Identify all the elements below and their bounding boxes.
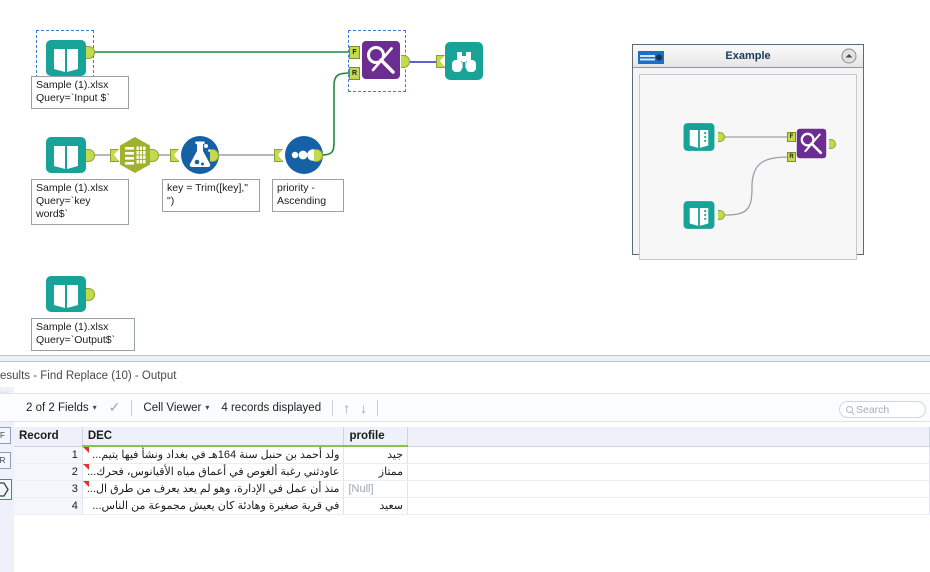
- tool-input-data-2[interactable]: [44, 133, 88, 177]
- cell-filler: [407, 497, 930, 515]
- column-header-dec[interactable]: DEC: [82, 427, 345, 447]
- results-panel: esults - Find Replace (10) - Output ····…: [0, 355, 930, 572]
- scroll-down-icon[interactable]: ↓: [355, 400, 372, 416]
- column-header-filler: [407, 427, 930, 447]
- collapse-chevron-up-icon[interactable]: [841, 48, 857, 73]
- cell-dec[interactable]: ولد أحمد بن حنبل سنة 164هـ في بغداد ونشأ…: [82, 446, 345, 464]
- cell-filler: [407, 446, 930, 464]
- results-grid[interactable]: Record DEC profile 1 ولد أحمد بن حنبل سن…: [14, 427, 930, 572]
- binoculars-icon: [444, 41, 484, 81]
- cell-dec-text: ولد أحمد بن حنبل سنة 164هـ في بغداد ونشأ…: [92, 449, 340, 462]
- search-placeholder: Search: [856, 403, 890, 416]
- cell-viewer-selector[interactable]: Cell Viewer ▾: [137, 397, 215, 419]
- cell-record: 3: [14, 480, 83, 498]
- table-row[interactable]: 2 عاودثني رغبة ألغوص في أعماق مياه الأقي…: [14, 463, 930, 481]
- example-panel-body[interactable]: F R: [639, 74, 857, 260]
- cell-dec-text: عاودثني رغبة ألغوص في أعماق مياه الأقيان…: [87, 466, 340, 478]
- table-row[interactable]: 3 منذ أن عمل في الإدارة، وهو لم يعد يعرف…: [14, 480, 930, 498]
- table-row[interactable]: 4 في قرية صغيرة وهادئة كان يعيش مجموعة م…: [14, 497, 930, 515]
- annotation-input-3: Sample (1).xlsx Query=`Output$`: [31, 318, 135, 351]
- toolbar-separator-2: [332, 399, 334, 416]
- truncated-marker-icon: [82, 480, 89, 487]
- check-icon: ✓: [108, 399, 121, 415]
- cell-profile[interactable]: ممتاز: [343, 463, 409, 481]
- annotation-input-2: Sample (1).xlsx Query=`key word$`: [31, 179, 129, 225]
- toolbar-separator-3: [377, 399, 379, 416]
- alteryx-designer-window: Sample (1).xlsx Query=`Input $` Sample (…: [0, 0, 930, 572]
- results-toolbar[interactable]: 2 of 2 Fields ▾ ✓ Cell Viewer ▾ 4 record…: [0, 393, 930, 422]
- truncated-marker-icon: [82, 463, 89, 470]
- example-input-anchor-F[interactable]: F: [787, 132, 796, 142]
- example-tool-input-2[interactable]: [682, 198, 716, 232]
- rail-selected-anchor[interactable]: [0, 479, 12, 500]
- truncated-marker-icon: [82, 447, 89, 453]
- cell-viewer-label: Cell Viewer: [143, 401, 202, 414]
- chevron-down-icon: ▾: [92, 403, 97, 412]
- rail-anchor-R[interactable]: R: [0, 452, 11, 469]
- cell-record: 4: [14, 497, 83, 515]
- select-hexagon-icon: [118, 135, 152, 175]
- example-tool-find-replace[interactable]: [796, 128, 827, 159]
- cell-profile[interactable]: [Null]: [343, 480, 409, 498]
- output-anchor-input-2[interactable]: [86, 149, 95, 162]
- cell-profile[interactable]: جيد: [343, 446, 409, 464]
- toolbar-separator-1: [131, 399, 133, 416]
- table-row[interactable]: 1 ولد أحمد بن حنبل سنة 164هـ في بغداد ون…: [14, 446, 930, 464]
- annotation-input-1: Sample (1).xlsx Query=`Input $`: [31, 76, 129, 109]
- column-header-record[interactable]: Record: [14, 427, 83, 447]
- tool-select-1[interactable]: [118, 135, 152, 175]
- chevron-down-icon: ▾: [205, 403, 210, 412]
- book-icon: [44, 36, 88, 80]
- cell-dec-text: في قرية صغيرة وهادئة كان يعيش مجموعة من …: [92, 500, 340, 512]
- table-header-row: Record DEC profile: [14, 427, 930, 447]
- cell-dec-text: منذ أن عمل في الإدارة، وهو لم يعد يعرف م…: [86, 483, 340, 495]
- results-table: Record DEC profile 1 ولد أحمد بن حنبل سن…: [14, 427, 930, 515]
- cell-dec[interactable]: في قرية صغيرة وهادئة كان يعيش مجموعة من …: [82, 497, 345, 515]
- fields-selector[interactable]: 2 of 2 Fields ▾: [20, 397, 103, 419]
- cell-record: 1: [14, 446, 83, 464]
- input-anchor-F[interactable]: F: [349, 46, 360, 59]
- output-anchor-find-replace[interactable]: [401, 55, 410, 68]
- book-icon: [44, 133, 88, 177]
- example-panel-header: Example: [633, 45, 863, 68]
- example-panel: Example F R: [632, 44, 864, 260]
- annotation-sort-1: priority - Ascending: [272, 179, 344, 212]
- cell-filler: [407, 463, 930, 481]
- output-anchor-select-1[interactable]: [150, 149, 159, 162]
- search-icon: [846, 406, 853, 413]
- tool-input-data-1[interactable]: [44, 36, 88, 80]
- panel-divider[interactable]: [0, 355, 930, 362]
- cell-dec[interactable]: عاودثني رغبة ألغوص في أعماق مياه الأقيان…: [82, 463, 345, 481]
- cell-profile[interactable]: سعيد: [343, 497, 409, 515]
- scissors-magnifier-icon: [361, 40, 401, 80]
- cell-record: 2: [14, 463, 83, 481]
- cell-filler: [407, 480, 930, 498]
- workflow-canvas[interactable]: Sample (1).xlsx Query=`Input $` Sample (…: [0, 0, 930, 355]
- fields-label: 2 of 2 Fields: [26, 401, 89, 414]
- example-panel-title: Example: [725, 50, 771, 62]
- column-header-profile[interactable]: profile: [343, 427, 409, 447]
- tool-input-data-3[interactable]: [44, 272, 88, 316]
- scroll-up-icon[interactable]: ↑: [338, 400, 355, 416]
- book-icon: [44, 272, 88, 316]
- tool-find-replace-1[interactable]: [361, 40, 401, 80]
- apply-check-button[interactable]: ✓: [103, 397, 127, 419]
- input-anchor-R[interactable]: R: [349, 67, 360, 80]
- example-input-anchor-R[interactable]: R: [787, 152, 796, 162]
- annotation-formula-1: key = Trim([key]," "): [162, 179, 260, 212]
- example-tool-input-1[interactable]: [682, 120, 716, 154]
- table-body: 1 ولد أحمد بن حنبل سنة 164هـ في بغداد ون…: [14, 446, 930, 515]
- cell-dec[interactable]: منذ أن عمل في الإدارة، وهو لم يعد يعرف م…: [82, 480, 345, 498]
- tool-browse-1[interactable]: [444, 41, 484, 81]
- search-input[interactable]: Search: [839, 401, 926, 418]
- workflow-thumb-icon: [638, 50, 664, 73]
- output-anchor-input-3[interactable]: [86, 288, 95, 301]
- results-title: esults - Find Replace (10) - Output: [0, 370, 177, 382]
- records-displayed-label: 4 records displayed: [221, 401, 322, 414]
- example-wires: [724, 136, 789, 216]
- rail-anchor-F[interactable]: F: [0, 427, 11, 444]
